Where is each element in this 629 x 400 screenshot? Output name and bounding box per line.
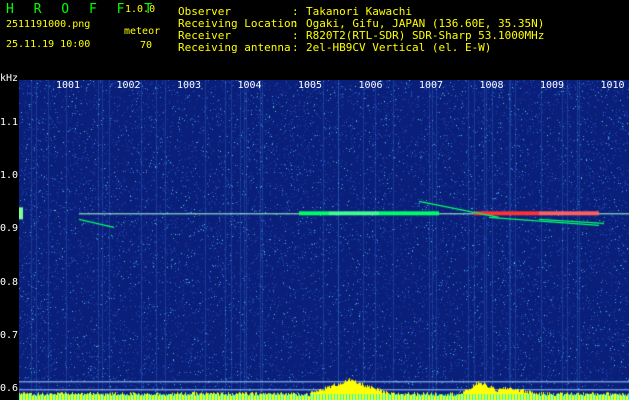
- observer-label: Observer: [178, 5, 231, 18]
- observer-value: Takanori Kawachi: [306, 5, 412, 18]
- x-tick-label: 1010: [600, 80, 625, 91]
- y-tick-label: 0.6: [0, 383, 19, 395]
- meteor-count: 70: [140, 40, 153, 51]
- antenna-colon: :: [292, 41, 299, 54]
- header-panel: H R O F F T 1.0.0 2511191000.png 25.11.1…: [0, 0, 629, 80]
- y-tick-label: 0.7: [0, 330, 19, 341]
- y-axis-unit: kHz: [0, 73, 19, 84]
- y-tick-label: 1.1: [0, 116, 19, 128]
- x-tick-label: 1008: [479, 80, 504, 91]
- spectrogram-plot: 1001 1002 1003 1004 1005 1006 1007 1008 1009 1010: [19, 80, 629, 400]
- x-tick-label: 1001: [56, 80, 81, 91]
- receiver-label: Receiver: [178, 29, 231, 42]
- spectrogram-canvas: [19, 80, 629, 400]
- x-tick-label: 1002: [116, 80, 141, 91]
- receiver-value: R820T2(RTL-SDR) SDR-Sharp 53.1000MHz: [306, 29, 545, 42]
- y-tick-label: 0.8: [0, 276, 19, 288]
- meteor-label: meteor: [124, 26, 161, 37]
- x-tick-label: 1009: [540, 80, 565, 91]
- x-tick-label: 1005: [298, 80, 323, 91]
- antenna-label: Receiving antenna: [178, 41, 291, 54]
- location-colon: :: [292, 17, 299, 30]
- location-value: Ogaki, Gifu, JAPAN (136.60E, 35.35N): [306, 17, 545, 30]
- file-name: 2511191000.png: [6, 19, 91, 30]
- x-tick-label: 1003: [177, 80, 202, 91]
- date-time: 25.11.19 10:00: [6, 39, 91, 50]
- x-tick-label: 1004: [237, 80, 262, 91]
- antenna-value: 2el-HB9CV Vertical (el. E-W): [306, 41, 492, 54]
- y-tick-label: 1.0: [0, 170, 19, 181]
- receiver-colon: :: [292, 29, 299, 42]
- app-version: 1.0.0: [125, 4, 156, 15]
- observer-colon: :: [292, 5, 299, 18]
- location-label: Receiving Location: [178, 17, 298, 30]
- x-tick-label: 1006: [358, 80, 383, 91]
- x-tick-label: 1007: [419, 80, 444, 91]
- y-tick-label: 0.9: [0, 223, 19, 235]
